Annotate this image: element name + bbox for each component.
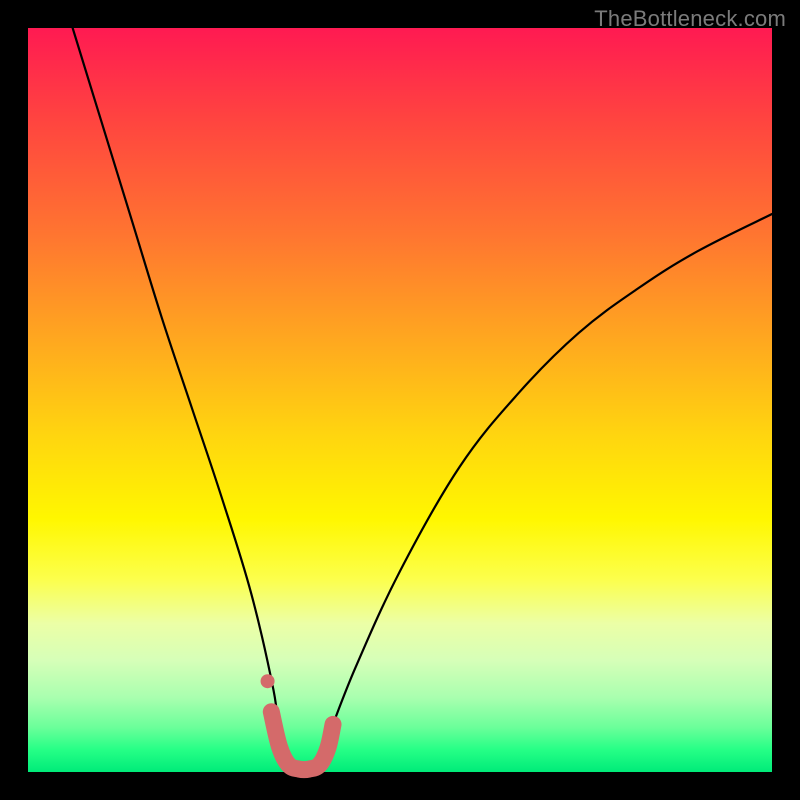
chart-frame: TheBottleneck.com [0,0,800,800]
optimal-marker-dot [261,674,275,688]
plot-area [28,28,772,772]
optimal-marker-path [271,712,333,770]
curve-layer [28,28,772,772]
bottleneck-curve-path [73,28,772,772]
watermark-text: TheBottleneck.com [594,6,786,32]
